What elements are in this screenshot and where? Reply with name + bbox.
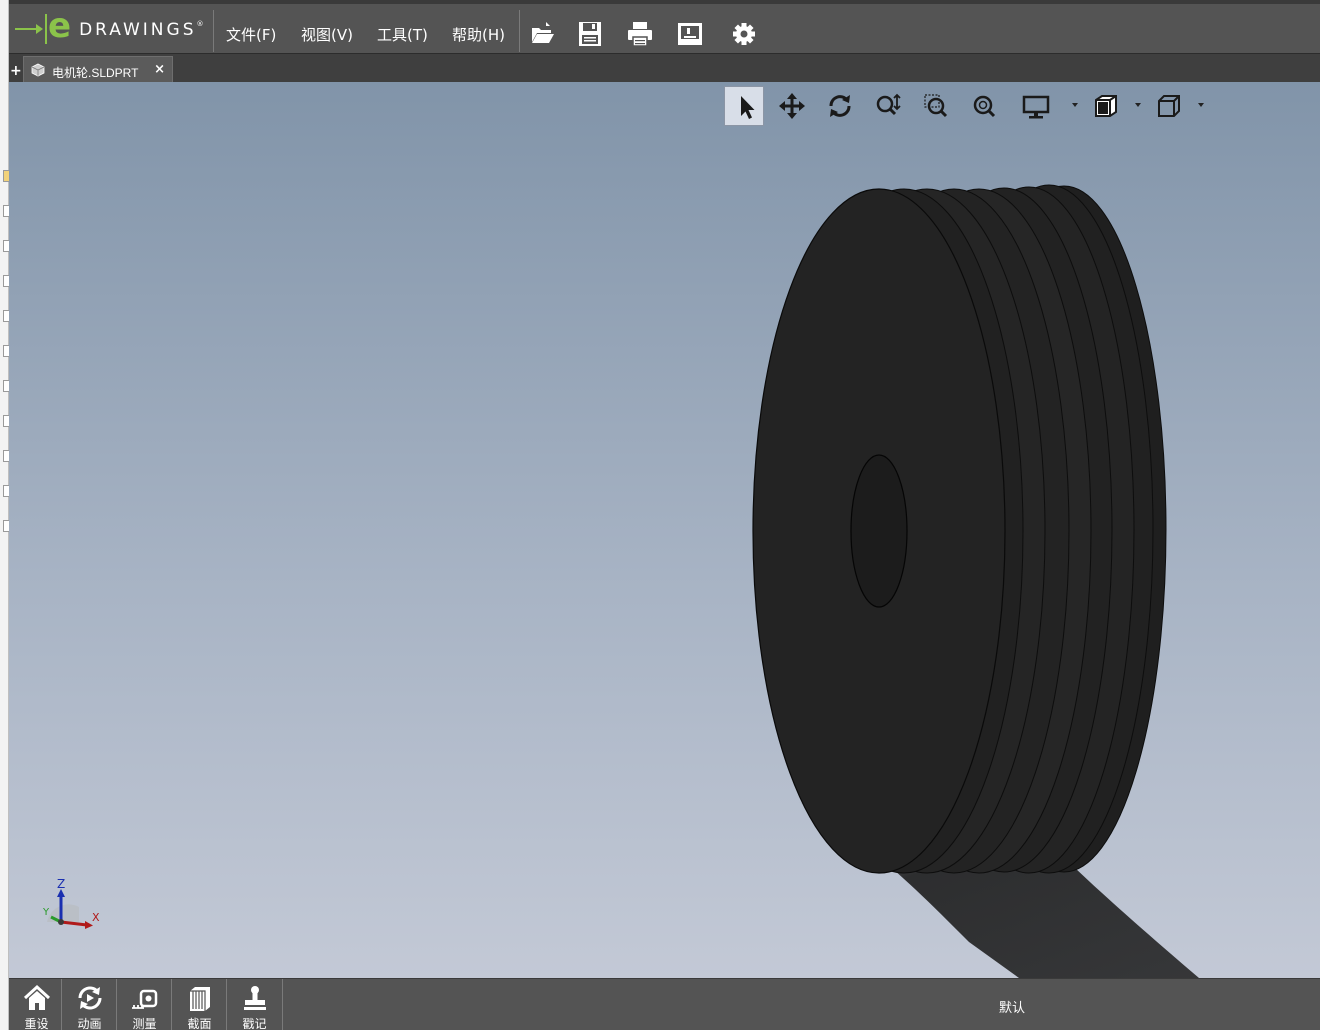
measure-icon <box>132 989 158 1009</box>
tab-close-button[interactable]: × <box>154 62 165 77</box>
pan-button[interactable] <box>772 86 812 126</box>
zoom-area-button[interactable] <box>916 86 956 126</box>
document-tab-strip: + 电机轮.SLDPRT × <box>9 53 1320 84</box>
zoom-in-out-icon <box>876 93 901 116</box>
zoom-in-out-button[interactable] <box>868 86 908 126</box>
menu-help[interactable]: 帮助(H) <box>452 24 505 45</box>
section-icon <box>190 987 210 1011</box>
model-canvas[interactable] <box>9 82 1320 978</box>
menu-tools[interactable]: 工具(T) <box>377 24 428 45</box>
logo-registered-mark: ® <box>196 20 207 28</box>
section-label: 截面 <box>187 1017 212 1030</box>
bottom-divider <box>282 979 283 1030</box>
animate-label: 动画 <box>77 1017 102 1030</box>
zoom-fit-icon <box>973 95 996 118</box>
main-toolbar: e DRAWINGS® 文件(F) 视图(V) 工具(T) 帮助(H) <box>9 0 1320 53</box>
zoom-area-icon <box>924 94 948 118</box>
display-style-icon <box>1022 95 1050 119</box>
pulley-model[interactable] <box>752 184 1167 874</box>
zoom-fit-button[interactable] <box>964 86 1004 126</box>
logo-letter: e <box>48 6 72 46</box>
reset-label: 重设 <box>24 1017 49 1030</box>
rotate-icon <box>829 95 851 117</box>
3d-viewport[interactable]: Z Y X <box>9 82 1320 978</box>
view-settings-icon <box>1095 95 1117 117</box>
select-icon <box>741 96 755 119</box>
publish-icon[interactable] <box>676 20 704 48</box>
toolbar-divider <box>519 10 520 52</box>
print-icon[interactable] <box>626 20 654 48</box>
stamp-label: 戳记 <box>242 1017 267 1030</box>
triad-y-label: Y <box>42 907 50 918</box>
view-orientation-icon <box>1158 95 1180 117</box>
select-button[interactable] <box>724 86 764 126</box>
display-style-dropdown-icon[interactable] <box>1072 103 1078 107</box>
settings-icon[interactable] <box>730 20 758 48</box>
new-tab-button[interactable]: + <box>10 64 22 78</box>
home-icon <box>23 984 51 1010</box>
stamp-icon <box>244 986 266 1010</box>
rotate-button[interactable] <box>820 86 860 126</box>
measure-label: 测量 <box>132 1017 157 1030</box>
measure-button[interactable]: 测量 <box>117 979 172 1030</box>
animate-icon <box>78 986 102 1010</box>
menu-view[interactable]: 视图(V) <box>301 24 353 45</box>
pan-icon <box>779 93 805 119</box>
part-icon <box>31 63 45 77</box>
animate-button[interactable]: 动画 <box>62 979 117 1030</box>
menu-file[interactable]: 文件(F) <box>226 24 276 45</box>
toolbar-divider <box>213 10 214 52</box>
triad-z-label: Z <box>57 877 65 891</box>
background-window-edge <box>0 0 9 1030</box>
axis-triad: Z Y X <box>42 877 100 929</box>
view-settings-dropdown-icon[interactable] <box>1135 103 1141 107</box>
view-orientation-button[interactable] <box>1149 86 1189 126</box>
edrawings-logo: e DRAWINGS® <box>15 6 206 46</box>
reset-button[interactable]: 重设 <box>9 979 64 1030</box>
configuration-name[interactable]: 默认 <box>999 997 1025 1016</box>
view-orientation-dropdown-icon[interactable] <box>1198 103 1204 107</box>
bottom-toolbar: 重设 动画 测量 截面 戳记 默认 <box>9 978 1320 1030</box>
triad-x-label: X <box>92 911 100 924</box>
open-icon[interactable] <box>529 20 557 48</box>
tab-document[interactable]: 电机轮.SLDPRT × <box>23 56 173 84</box>
section-button[interactable]: 截面 <box>172 979 227 1030</box>
tab-document-label: 电机轮.SLDPRT <box>52 66 139 80</box>
save-icon[interactable] <box>576 20 604 48</box>
view-settings-button[interactable] <box>1086 86 1126 126</box>
display-style-button[interactable] <box>1016 86 1056 126</box>
stamp-button[interactable]: 戳记 <box>227 979 282 1030</box>
logo-text: DRAWINGS® <box>79 20 206 40</box>
logo-wordmark: DRAWINGS <box>79 20 197 40</box>
